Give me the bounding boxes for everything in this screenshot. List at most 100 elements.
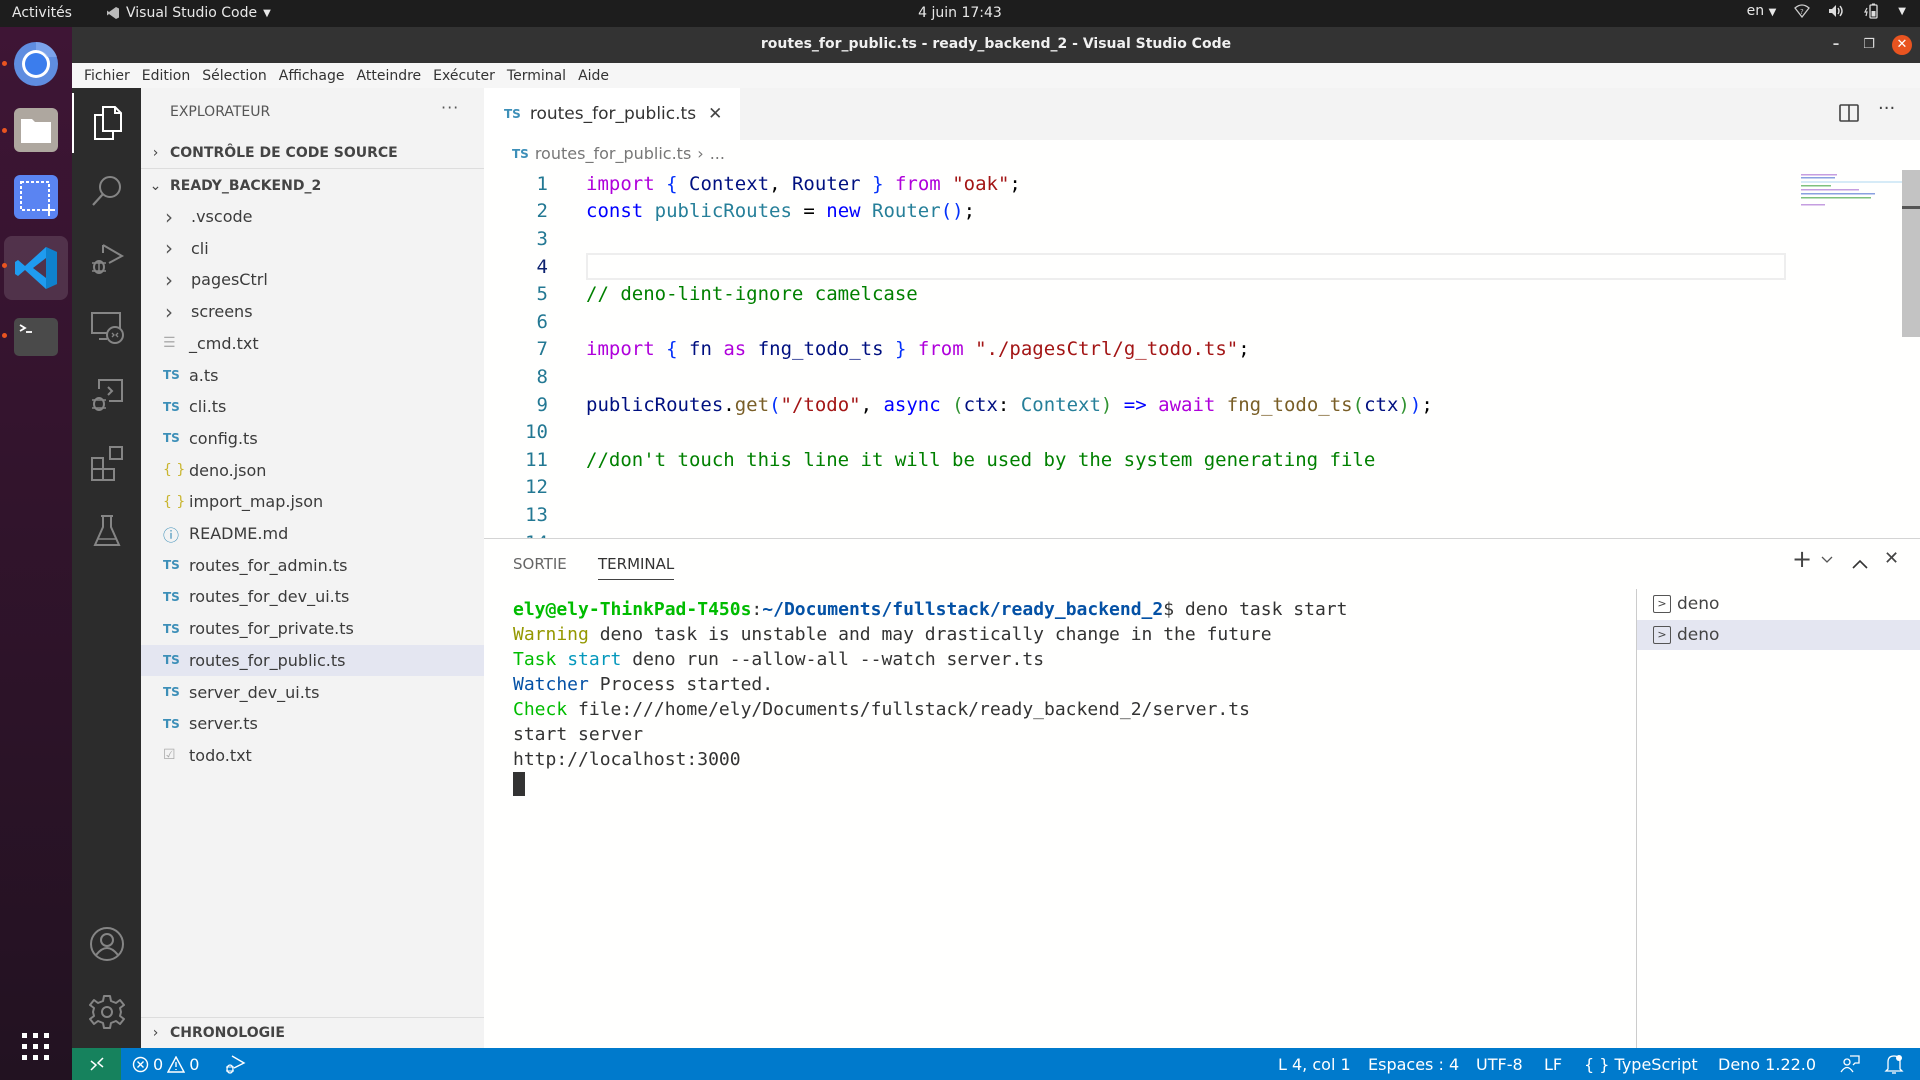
section-source-control[interactable]: › CONTRÔLE DE CODE SOURCE [141, 140, 484, 166]
problems-indicator[interactable]: 0 0 [132, 1055, 199, 1074]
tree-file[interactable]: { } deno.json [141, 455, 484, 486]
editor-more-actions-button[interactable]: ··· [1878, 98, 1895, 119]
activity-remote-explorer[interactable] [72, 297, 141, 357]
tree-item-label: import_map.json [189, 492, 324, 512]
dock-screenshot[interactable] [9, 170, 63, 224]
code-editor[interactable]: TS routes_for_public.ts › ... 1 import { … [484, 140, 1920, 538]
current-line-highlight [586, 253, 1786, 281]
show-applications-button[interactable] [9, 1020, 63, 1074]
code-token: await [1158, 393, 1216, 416]
json-file-icon: { } [163, 462, 186, 479]
line-number: 3 [536, 227, 548, 250]
tree-item-label: server_dev_ui.ts [189, 682, 320, 702]
tree-file[interactable]: TS cli.ts [141, 391, 484, 422]
menu-terminal[interactable]: Terminal [501, 63, 572, 88]
restore-button[interactable]: ❐ [1859, 35, 1879, 55]
terminal-text: deno run --allow-all --watch server.ts [621, 649, 1045, 670]
tree-file[interactable]: TS server_dev_ui.ts [141, 677, 484, 708]
encoding[interactable]: UTF-8 [1476, 1055, 1523, 1074]
code-line: 12 [484, 474, 1784, 502]
tree-folder[interactable]: › screens [141, 296, 484, 327]
menu-selection[interactable]: Sélection [196, 63, 273, 88]
tree-item-label: pagesCtrl [191, 270, 268, 290]
new-terminal-button[interactable]: + [1792, 545, 1812, 573]
tree-item-label: _cmd.txt [189, 333, 259, 353]
menu-bar: Fichier Edition Sélection Affichage Atte… [72, 63, 1920, 88]
panel-tab-terminal[interactable]: TERMINAL [598, 555, 675, 580]
dock-chrome[interactable] [9, 37, 63, 91]
activity-accounts[interactable] [72, 914, 141, 974]
activity-search[interactable] [72, 161, 141, 221]
activity-debug-console[interactable] [72, 365, 141, 425]
explorer-more-button[interactable]: ··· [441, 98, 459, 117]
close-window-button[interactable]: ✕ [1892, 35, 1912, 55]
notifications-button[interactable] [1884, 1053, 1904, 1079]
deno-version[interactable]: Deno 1.22.0 [1718, 1055, 1816, 1074]
tree-folder[interactable]: › pagesCtrl [141, 264, 484, 295]
terminal-instance[interactable]: > deno [1637, 589, 1920, 619]
activity-extensions[interactable] [72, 433, 141, 493]
minimap[interactable] [1796, 170, 1906, 250]
tab-routes-for-public[interactable]: TS routes_for_public.ts ✕ [484, 88, 740, 140]
section-project-folder[interactable]: ⌄ READY_BACKEND_2 [141, 173, 484, 199]
language-indicator[interactable]: en ▼ [1747, 3, 1777, 19]
close-tab-icon[interactable]: ✕ [708, 104, 722, 124]
tree-file[interactable]: TS routes_for_dev_ui.ts [141, 581, 484, 612]
menu-aide[interactable]: Aide [572, 63, 615, 88]
language-mode[interactable]: { } TypeScript [1584, 1055, 1698, 1074]
feedback-button[interactable] [1840, 1054, 1860, 1078]
line-source: import { fn as fng_todo_ts } from "./pag… [586, 338, 1250, 360]
tree-file[interactable]: TS config.ts [141, 423, 484, 454]
tree-file[interactable]: ⓘ README.md [141, 518, 484, 549]
remote-indicator[interactable] [72, 1048, 121, 1080]
tree-folder[interactable]: › .vscode [141, 201, 484, 232]
dock-vscode[interactable] [4, 236, 68, 300]
tree-file[interactable]: TS routes_for_public.ts [141, 644, 484, 676]
menu-executer[interactable]: Exécuter [427, 63, 501, 88]
typescript-file-icon: TS [163, 621, 180, 636]
svg-text:?: ? [1800, 8, 1804, 16]
tree-folder[interactable]: › cli [141, 233, 484, 264]
maximize-panel-button[interactable] [1852, 553, 1868, 574]
tree-file[interactable]: { } import_map.json [141, 486, 484, 517]
tree-item-label: routes_for_admin.ts [189, 555, 348, 575]
minimize-button[interactable]: – [1826, 35, 1846, 55]
breadcrumb-symbol[interactable]: ... [710, 144, 725, 163]
wifi-icon: ? [1794, 4, 1811, 18]
activity-run-debug[interactable] [72, 229, 141, 289]
code-token: Router [791, 172, 861, 195]
close-panel-button[interactable]: ✕ [1884, 548, 1899, 569]
menu-atteindre[interactable]: Atteindre [351, 63, 428, 88]
editor-scrollbar[interactable] [1902, 170, 1920, 337]
tree-file[interactable]: TS routes_for_private.ts [141, 613, 484, 644]
activity-manage[interactable] [72, 982, 141, 1042]
menu-fichier[interactable]: Fichier [78, 63, 136, 88]
dock-files[interactable] [9, 103, 63, 157]
activity-explorer[interactable] [72, 93, 141, 153]
tree-file[interactable]: ☰ _cmd.txt [141, 328, 484, 359]
menu-edition[interactable]: Edition [136, 63, 196, 88]
cursor-position[interactable]: L 4, col 1 [1278, 1055, 1351, 1074]
terminal-instance[interactable]: > deno [1637, 620, 1920, 650]
debug-launch-button[interactable] [224, 1054, 246, 1078]
end-of-line[interactable]: LF [1544, 1055, 1562, 1074]
terminal-dropdown-button[interactable] [1821, 553, 1833, 567]
tree-file[interactable]: TS routes_for_admin.ts [141, 550, 484, 581]
system-tray[interactable]: en ▼ ? ▼ [1747, 3, 1906, 19]
clock[interactable]: 4 juin 17:43 [0, 5, 1920, 21]
tree-file[interactable]: TS server.ts [141, 708, 484, 739]
indentation[interactable]: Espaces : 4 [1368, 1055, 1459, 1074]
code-token: async [883, 393, 941, 416]
tree-file[interactable]: TS a.ts [141, 360, 484, 391]
menu-affichage[interactable]: Affichage [273, 63, 351, 88]
terminal-output[interactable]: ely@ely-ThinkPad-T450s:~/Documents/fulls… [513, 597, 1347, 797]
section-timeline[interactable]: › CHRONOLOGIE [141, 1020, 484, 1046]
activity-testing[interactable] [72, 501, 141, 561]
panel-tab-output[interactable]: SORTIE [513, 555, 567, 573]
split-editor-button[interactable] [1838, 102, 1860, 128]
breadcrumb-file[interactable]: routes_for_public.ts [535, 144, 691, 163]
dock-terminal[interactable] [9, 310, 63, 364]
tree-file[interactable]: ☑ todo.txt [141, 740, 484, 771]
